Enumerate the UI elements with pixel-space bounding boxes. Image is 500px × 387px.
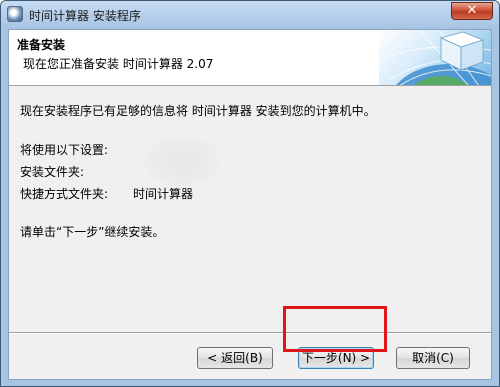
globe-cube-icon	[379, 30, 491, 85]
install-folder-label: 安装文件夹:	[20, 165, 85, 179]
wizard-header: 准备安装 现在您正准备安装 时间计算器 2.07	[9, 30, 491, 86]
shortcut-folder-label: 快捷方式文件夹:	[20, 187, 109, 201]
window-title: 时间计算器 安装程序	[29, 9, 141, 23]
next-button-highlight	[283, 306, 387, 352]
button-divider	[9, 332, 491, 334]
page-title: 准备安装	[17, 38, 66, 52]
settings-heading: 将使用以下设置:	[20, 143, 109, 157]
back-button[interactable]: < 返回(B)	[197, 347, 273, 369]
installer-disc-icon	[7, 6, 23, 22]
redacted-area	[143, 134, 221, 188]
instruction-text: 请单击“下一步”继续安装。	[20, 225, 165, 239]
intro-text: 现在安装程序已有足够的信息将 时间计算器 安装到您的计算机中。	[20, 104, 376, 118]
wizard-panel: 准备安装 现在您正准备安装 时间计算器 2.07 现在安装程序已有足够的信息将 …	[8, 29, 492, 380]
installer-window: 时间计算器 安装程序 ✕ 准备安装 现在您正准备安装 时间计算器 2.07 现在…	[0, 0, 500, 387]
title-bar[interactable]: 时间计算器 安装程序 ✕	[1, 1, 499, 29]
close-button[interactable]: ✕	[451, 2, 493, 20]
cancel-button[interactable]: 取消(C)	[396, 347, 470, 369]
page-subtitle: 现在您正准备安装 时间计算器 2.07	[23, 57, 214, 71]
